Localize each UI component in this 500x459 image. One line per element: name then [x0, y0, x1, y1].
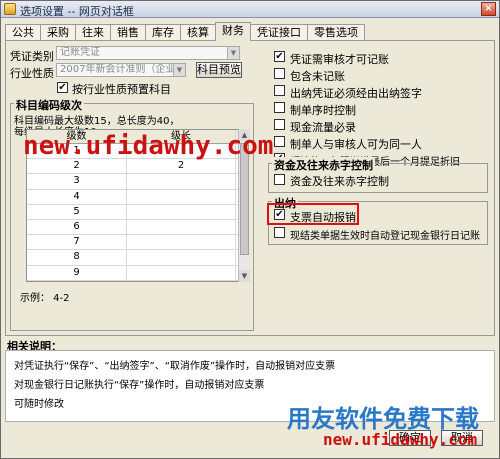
grid-cell-level: 9: [27, 265, 127, 280]
grid-cell-level: 2: [27, 159, 127, 174]
scroll-down-icon[interactable]: ▼: [239, 270, 250, 282]
option-label: 出纳凭证必须经由出纳签字: [290, 87, 422, 100]
grid-cell-level: 4: [27, 189, 127, 204]
industry-value: 2007年新会计准则（企业）: [60, 64, 186, 75]
option-checkbox[interactable]: [274, 68, 285, 79]
voucher-type-label: 凭证类别: [10, 50, 54, 63]
tab-purchase[interactable]: 采购: [40, 24, 76, 41]
account-code-group-title: 科目编码级次: [14, 97, 84, 113]
grid-cell-level: 3: [27, 174, 127, 189]
grid-cell-length[interactable]: [127, 280, 236, 281]
option-label: 制单人与审核人可为同一人: [290, 138, 422, 151]
table-row[interactable]: 3: [27, 174, 247, 190]
table-row[interactable]: 6: [27, 219, 247, 236]
grid-cell-length[interactable]: [127, 174, 236, 189]
voucher-type-value: 记账凭证: [60, 47, 100, 58]
account-preview-button[interactable]: 科目预览: [196, 62, 242, 78]
red-ink-group-title: 资金及往来赤字控制: [272, 157, 375, 173]
tab-finance[interactable]: 财务: [215, 22, 251, 41]
option-label: 包含未记账: [290, 70, 345, 83]
help-line: 可随时修改: [14, 399, 64, 410]
highlight-box: [267, 203, 359, 225]
grid-cell-length[interactable]: [127, 265, 236, 280]
grid-cell-level: 7: [27, 235, 127, 250]
finance-panel: 凭证类别 记账凭证 ▼ 行业性质 2007年新会计准则（企业） ▼ 科目预览 ✔…: [5, 40, 495, 336]
table-row[interactable]: 7: [27, 235, 247, 251]
close-button[interactable]: ×: [481, 2, 496, 16]
table-row[interactable]: 22: [27, 159, 247, 175]
industry-select[interactable]: 2007年新会计准则（企业） ▼: [56, 63, 186, 77]
grid-cell-length[interactable]: [127, 204, 236, 219]
table-row[interactable]: 5: [27, 204, 247, 220]
tab-common[interactable]: 公共: [5, 24, 41, 41]
red-ink-label: 资金及往来赤字控制: [290, 175, 389, 188]
option-checkbox[interactable]: [274, 85, 285, 96]
option-checkbox[interactable]: ✔: [274, 51, 285, 62]
tab-strip: 公共 采购 往来 销售 库存 核算 财务 凭证接口 零售选项: [5, 22, 365, 41]
watermark-url-bottom: new.ufidawhy.com: [323, 430, 478, 449]
option-label: 现金流量必录: [290, 121, 356, 134]
watermark-url: new.ufidawhy.com: [23, 131, 274, 161]
grid-cell-level: 10: [27, 280, 127, 281]
industry-label: 行业性质: [10, 67, 54, 80]
option-label: 凭证需审核才可记账: [290, 53, 389, 66]
chevron-down-icon: ▼: [173, 64, 185, 76]
tab-retail-options[interactable]: 零售选项: [307, 24, 365, 41]
grid-cell-length[interactable]: [127, 250, 236, 265]
auto-journal-checkbox[interactable]: [274, 227, 285, 238]
option-checkbox[interactable]: [274, 119, 285, 130]
grid-cell-level: 8: [27, 250, 127, 265]
grid-cell-length[interactable]: 2: [127, 159, 236, 174]
tab-transactions[interactable]: 往来: [75, 24, 111, 41]
preset-by-industry-checkbox[interactable]: ✔: [57, 82, 68, 93]
chevron-down-icon: ▼: [227, 47, 239, 59]
title-bar: 选项设置 -- 网页对话框 ×: [1, 1, 499, 18]
tab-inventory[interactable]: 库存: [145, 24, 181, 41]
tab-accounting[interactable]: 核算: [180, 24, 216, 41]
help-line: 对现金银行日记账执行“保存”操作时，自动报销对应支票: [14, 380, 265, 391]
option-checkbox[interactable]: [274, 136, 285, 147]
tab-voucher-interface[interactable]: 凭证接口: [250, 24, 308, 41]
grid-cell-length[interactable]: [127, 235, 236, 250]
tab-sales[interactable]: 销售: [110, 24, 146, 41]
grid-cell-length[interactable]: [127, 189, 236, 204]
grid-cell-length[interactable]: [127, 219, 236, 235]
options-dialog: 选项设置 -- 网页对话框 × 公共 采购 往来 销售 库存 核算 财务 凭证接…: [0, 0, 500, 459]
window-title: 选项设置 -- 网页对话框: [20, 5, 134, 18]
table-row[interactable]: 8: [27, 250, 247, 266]
table-row[interactable]: 4: [27, 189, 247, 205]
red-ink-checkbox[interactable]: [274, 174, 285, 185]
table-row[interactable]: 10: [27, 280, 247, 281]
app-icon: [4, 3, 16, 15]
watermark-brand: 用友软件免费下载: [287, 405, 479, 433]
grid-cell-level: 6: [27, 219, 127, 235]
preset-by-industry-label: 按行业性质预置科目: [72, 83, 171, 96]
voucher-type-select[interactable]: 记账凭证 ▼: [56, 46, 240, 60]
option-label: 制单序时控制: [290, 104, 356, 117]
auto-journal-label: 现结类单据生效时自动登记现金银行日记账: [290, 231, 480, 242]
example-text: 示例： 4-2: [20, 293, 70, 304]
table-row[interactable]: 9: [27, 265, 247, 281]
help-line: 对凭证执行“保存”、“出纳签字”、“取消作废”操作时，自动报销对应支票: [14, 361, 336, 372]
option-checkbox[interactable]: [274, 102, 285, 113]
grid-cell-level: 5: [27, 204, 127, 219]
